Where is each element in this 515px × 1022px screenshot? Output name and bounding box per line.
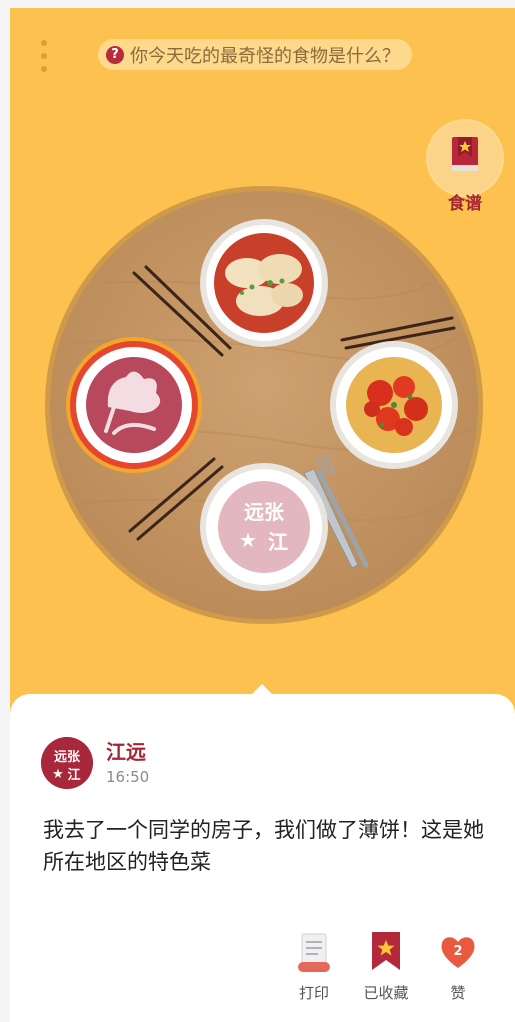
heart-icon: 2 [441,937,475,968]
bookmark-button[interactable]: 已收藏 [354,924,418,1004]
post-time: 16:50 [106,768,150,786]
post-text: 我去了一个同学的房子，我们做了薄饼！这是她所在地区的特色菜 [43,818,484,874]
avatar-text-bottom: 江 [67,767,80,783]
stamp-text-top: 远张 [244,500,285,524]
flower-plate-selected[interactable] [66,337,202,473]
stamp-text-bottom: 江 [268,530,288,554]
post-card: 远张 ★ 江 江远 16:50 我去了一个同学的房子，我们做了薄饼！这是她所在地… [10,684,515,1022]
bookmark-icon [372,932,400,970]
more-menu-button[interactable] [38,40,50,80]
like-label: 赞 [450,984,466,1002]
print-label: 打印 [298,984,329,1002]
svg-text:★: ★ [52,767,64,782]
avatar-text-top: 远张 [54,750,81,765]
dumplings-dish[interactable] [200,219,328,347]
print-button[interactable]: 打印 [282,924,346,1004]
print-icon [298,933,330,972]
stamp-plate[interactable]: 远张 ★ 江 [200,463,328,591]
recipe-book-icon [452,137,478,171]
avatar[interactable]: 远张 ★ 江 [41,737,93,789]
question-mark-icon: ? [106,45,124,64]
like-count: 2 [453,944,462,959]
tomato-egg-dish[interactable] [330,341,458,469]
user-name[interactable]: 江远 [106,736,146,765]
like-button[interactable]: 2 赞 [426,924,490,1004]
sheet-pointer [250,684,274,696]
dining-table: 远张 ★ 江 [45,186,483,624]
question-text: 你今天吃的最奇怪的食物是什么？ [130,45,400,67]
question-banner[interactable]: ? 你今天吃的最奇怪的食物是什么？ [98,39,412,70]
svg-text:★: ★ [239,528,257,552]
app-screen: ? 你今天吃的最奇怪的食物是什么？ 食谱 远张 ★ 江 远张 ★ 江 江远 16… [10,8,515,1022]
bookmark-label: 已收藏 [363,984,409,1002]
